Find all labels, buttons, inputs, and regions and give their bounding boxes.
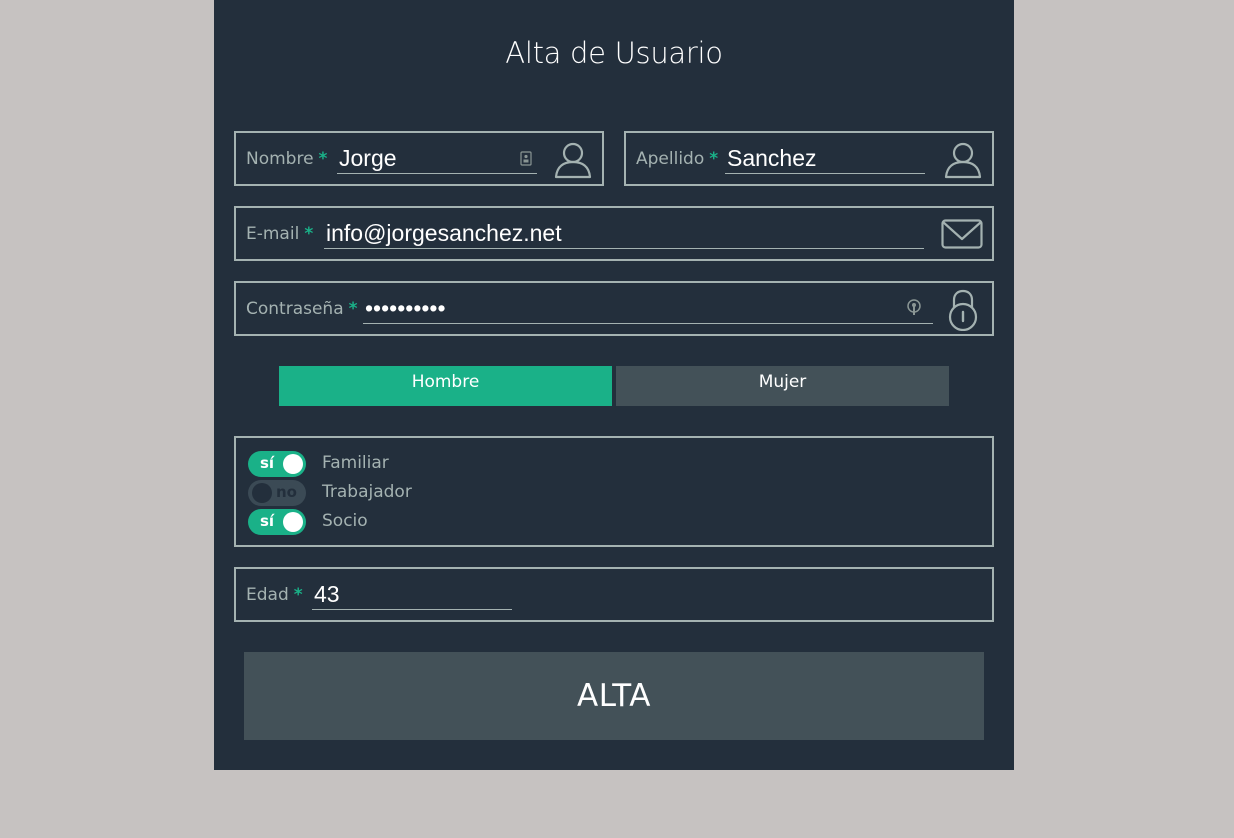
familiar-label: Familiar: [322, 453, 389, 473]
edad-input[interactable]: [312, 580, 512, 610]
user-icon: [554, 142, 592, 179]
signup-panel: Alta de Usuario Nombre* Apellido* E-mail…: [214, 0, 1014, 770]
password-field-box: Contraseña *: [234, 281, 994, 336]
contact-card-icon[interactable]: [520, 151, 532, 166]
apellido-input[interactable]: [725, 144, 925, 174]
password-key-icon[interactable]: [906, 299, 922, 317]
familiar-toggle[interactable]: sí: [248, 451, 306, 477]
toggle-state: sí: [260, 512, 275, 530]
password-label-text: Contraseña: [246, 299, 344, 319]
edad-label: Edad *: [246, 585, 303, 605]
edad-label-text: Edad: [246, 585, 289, 605]
required-marker: *: [318, 149, 328, 169]
email-label: E-mail *: [246, 224, 313, 244]
toggle-knob: [283, 454, 303, 474]
form-title: Alta de Usuario: [505, 36, 723, 70]
apellido-field-box: Apellido *: [624, 131, 994, 186]
email-label-text: E-mail: [246, 224, 300, 244]
trabajador-label: Trabajador: [322, 482, 412, 502]
nombre-field-box: Nombre *: [234, 131, 604, 186]
envelope-icon: [941, 219, 983, 249]
lock-icon: [948, 289, 978, 331]
required-marker: *: [709, 149, 719, 169]
trabajador-toggle[interactable]: no: [248, 480, 306, 506]
nombre-label: Nombre *: [246, 149, 327, 169]
apellido-label: Apellido *: [636, 149, 718, 169]
required-marker: *: [304, 224, 314, 244]
gender-option-mujer[interactable]: Mujer: [616, 366, 949, 406]
toggle-knob: [283, 512, 303, 532]
required-marker: *: [348, 299, 358, 319]
password-input[interactable]: [363, 294, 933, 324]
toggle-state: no: [276, 483, 297, 501]
required-marker: *: [293, 585, 303, 605]
socio-label: Socio: [322, 511, 368, 531]
user-icon: [944, 142, 982, 179]
alta-submit-button[interactable]: ALTA: [244, 652, 984, 740]
email-input[interactable]: [324, 219, 924, 249]
nombre-input[interactable]: [337, 144, 537, 174]
edad-field-box: Edad *: [234, 567, 994, 622]
toggle-state: sí: [260, 454, 275, 472]
password-label: Contraseña *: [246, 299, 358, 319]
email-field-box: E-mail *: [234, 206, 994, 261]
socio-toggle[interactable]: sí: [248, 509, 306, 535]
apellido-label-text: Apellido: [636, 149, 705, 169]
nombre-label-text: Nombre: [246, 149, 314, 169]
toggle-knob: [252, 483, 272, 503]
gender-option-hombre[interactable]: Hombre: [279, 366, 612, 406]
toggles-box: sí Familiar no Trabajador sí Socio: [234, 436, 994, 547]
